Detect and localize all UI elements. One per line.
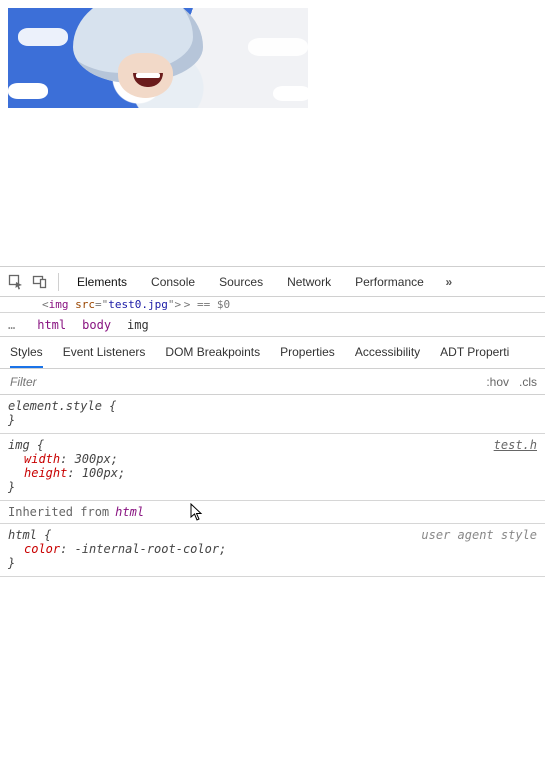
inherited-from-tag[interactable]: html xyxy=(115,505,144,519)
tabs-overflow-icon[interactable]: » xyxy=(438,275,460,289)
hov-toggle[interactable]: :hov xyxy=(476,375,509,389)
styles-filter-input[interactable] xyxy=(8,374,208,390)
rule-element-style[interactable]: element.style { } xyxy=(0,395,545,434)
rule-html-ua[interactable]: user agent style html { color: -internal… xyxy=(0,524,545,577)
styles-pane: element.style { } test.h img { width: 30… xyxy=(0,395,545,775)
subtab-dom-breakpoints[interactable]: DOM Breakpoints xyxy=(165,337,260,368)
tab-network[interactable]: Network xyxy=(277,267,341,297)
inherited-from-bar: Inherited from html xyxy=(0,501,545,524)
breadcrumb-overflow-icon[interactable]: … xyxy=(8,318,15,332)
tab-console[interactable]: Console xyxy=(141,267,205,297)
subtab-styles[interactable]: Styles xyxy=(10,337,43,368)
rule-img[interactable]: test.h img { width: 300px; height: 100px… xyxy=(0,434,545,501)
cls-toggle[interactable]: .cls xyxy=(509,375,537,389)
tab-elements[interactable]: Elements xyxy=(67,267,137,297)
subtab-properties[interactable]: Properties xyxy=(280,337,335,368)
ua-stylesheet-label: user agent style xyxy=(421,528,537,542)
inherited-label: Inherited from xyxy=(8,505,109,519)
breadcrumb-body[interactable]: body xyxy=(82,318,111,332)
toolbar-divider xyxy=(58,273,59,291)
subtab-event-listeners[interactable]: Event Listeners xyxy=(63,337,146,368)
breadcrumb-html[interactable]: html xyxy=(37,318,66,332)
page-image[interactable] xyxy=(8,8,308,108)
subtab-adt-properties[interactable]: ADT Properti xyxy=(440,337,509,368)
dom-selected-line[interactable]: <img src="test0.jpg"> > == $0 xyxy=(0,297,545,313)
tab-sources[interactable]: Sources xyxy=(209,267,273,297)
page-preview-pane xyxy=(0,0,545,266)
tab-performance[interactable]: Performance xyxy=(345,267,434,297)
devtools-toolbar: Elements Console Sources Network Perform… xyxy=(0,267,545,297)
styles-subtabs: Styles Event Listeners DOM Breakpoints P… xyxy=(0,337,545,369)
mouse-cursor-icon xyxy=(190,503,204,524)
inspect-icon[interactable] xyxy=(6,272,26,292)
subtab-accessibility[interactable]: Accessibility xyxy=(355,337,420,368)
breadcrumb-img[interactable]: img xyxy=(127,318,149,332)
rule-source-link[interactable]: test.h xyxy=(494,438,537,452)
devtools-panel: Elements Console Sources Network Perform… xyxy=(0,266,545,775)
device-toggle-icon[interactable] xyxy=(30,272,50,292)
styles-filter-row: :hov .cls xyxy=(0,369,545,395)
dom-breadcrumb: … html body img xyxy=(0,313,545,337)
